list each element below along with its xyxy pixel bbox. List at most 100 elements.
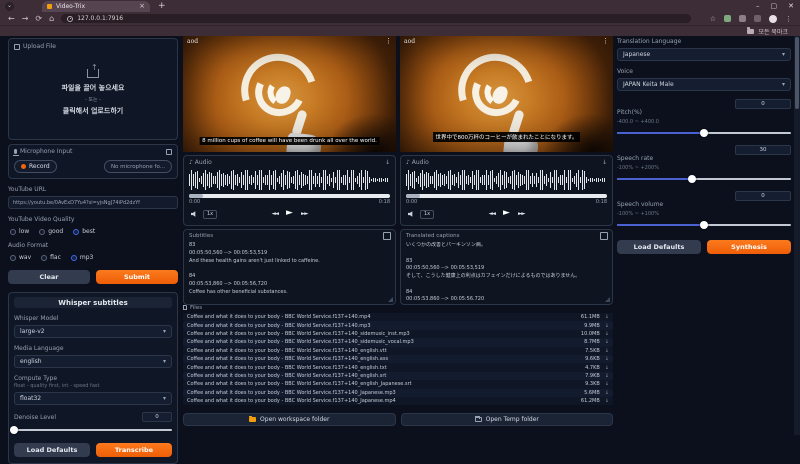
- slider-knob[interactable]: [700, 221, 708, 229]
- scroll-thumb[interactable]: [189, 194, 203, 198]
- table-row[interactable]: Coffee and what it does to your body - B…: [183, 389, 613, 397]
- upload-dropzone[interactable]: Upload File 파일을 끌어 놓으세요 - 또는 - 클릭해서 업로드하…: [8, 38, 178, 140]
- extension-icon[interactable]: [724, 15, 731, 22]
- tab-search-icon[interactable]: ⌄: [5, 2, 14, 11]
- denoise-slider[interactable]: [14, 426, 172, 434]
- file-download-icon[interactable]: ↓: [605, 339, 609, 345]
- file-download-icon[interactable]: ↓: [605, 331, 609, 337]
- back-icon[interactable]: ←: [8, 15, 15, 23]
- skip-forward-icon[interactable]: ►►: [518, 211, 524, 217]
- new-tab-button[interactable]: +: [158, 2, 166, 11]
- audio-waveform[interactable]: [406, 168, 607, 192]
- browser-tab[interactable]: Video-Trix ×: [42, 1, 150, 12]
- table-row[interactable]: Coffee and what it does to your body - B…: [183, 330, 613, 338]
- table-row[interactable]: Coffee and what it does to your body - B…: [183, 347, 613, 355]
- copy-icon[interactable]: [601, 233, 607, 239]
- table-row[interactable]: Coffee and what it does to your body - B…: [183, 321, 613, 329]
- radio-option-mp3[interactable]: mp3: [71, 254, 93, 261]
- translated-video[interactable]: aod ⋮ 世界中で800万杯のコーヒーが飲まれたことになります。: [400, 36, 613, 152]
- window-minimize-button[interactable]: –: [756, 2, 760, 10]
- speech-rate-number-input[interactable]: 30: [735, 145, 791, 155]
- record-button[interactable]: Record: [14, 160, 57, 173]
- resize-handle[interactable]: [605, 297, 610, 302]
- mic-settings-icon[interactable]: [166, 149, 172, 155]
- skip-forward-icon[interactable]: ►►: [301, 211, 307, 217]
- downloads-icon[interactable]: [739, 15, 746, 22]
- bookmark-star-icon[interactable]: ☆: [710, 15, 716, 23]
- slider-knob[interactable]: [688, 175, 696, 183]
- play-icon[interactable]: ►: [286, 209, 293, 218]
- submit-button[interactable]: Submit: [96, 270, 178, 284]
- home-icon[interactable]: ⌂: [49, 15, 54, 23]
- speech-volume-number-input[interactable]: 0: [735, 191, 791, 201]
- compute-type-select[interactable]: float32 ▾: [14, 392, 172, 405]
- file-download-icon[interactable]: ↓: [605, 398, 609, 404]
- site-info-icon[interactable]: [67, 16, 73, 22]
- audio-scrollbar[interactable]: [406, 194, 607, 198]
- download-audio-icon[interactable]: ↓: [602, 159, 607, 166]
- whisper-model-select[interactable]: large-v2 ▾: [14, 325, 172, 338]
- copy-icon[interactable]: [384, 233, 390, 239]
- youtube-url-input[interactable]: https://youtu.be/0AvExD7Yu4?si=yjsNgJ74i…: [8, 196, 178, 209]
- video-menu-icon[interactable]: ⋮: [602, 37, 609, 45]
- file-download-icon[interactable]: ↓: [605, 348, 609, 354]
- table-row[interactable]: Coffee and what it does to your body - B…: [183, 338, 613, 346]
- reload-icon[interactable]: ⟳: [35, 15, 42, 23]
- tab-close-icon[interactable]: ×: [139, 3, 145, 10]
- volume-icon[interactable]: [408, 211, 415, 217]
- pitch-number-input[interactable]: 0: [735, 99, 791, 109]
- translation-language-select[interactable]: Japanese ▾: [617, 48, 791, 61]
- source-video[interactable]: aod ⋮ 8 million cups of coffee will have…: [183, 36, 396, 152]
- clear-button[interactable]: Clear: [8, 270, 90, 284]
- file-download-icon[interactable]: ↓: [605, 381, 609, 387]
- table-row[interactable]: Coffee and what it does to your body - B…: [183, 380, 613, 388]
- synthesis-button[interactable]: Synthesis: [707, 240, 791, 254]
- voice-select[interactable]: JAPAN Keita Male ▾: [617, 78, 791, 91]
- playback-speed-button[interactable]: 1x: [203, 210, 217, 219]
- translated-captions-textarea[interactable]: いくつかの改善とパーキンソン病。 83 00:05:50,560 --> 00:…: [406, 242, 607, 300]
- table-row[interactable]: Coffee and what it does to your body - B…: [183, 372, 613, 380]
- table-row[interactable]: Coffee and what it does to your body - B…: [183, 313, 613, 321]
- table-row[interactable]: Coffee and what it does to your body - B…: [183, 363, 613, 371]
- slider-knob[interactable]: [10, 426, 18, 434]
- file-download-icon[interactable]: ↓: [605, 373, 609, 379]
- window-maximize-button[interactable]: ▢: [771, 2, 778, 10]
- download-audio-icon[interactable]: ↓: [385, 159, 390, 166]
- radio-option-low[interactable]: low: [10, 228, 29, 235]
- page-scrollbar-thumb[interactable]: [795, 37, 799, 109]
- playback-speed-button[interactable]: 1x: [420, 210, 434, 219]
- scroll-thumb[interactable]: [406, 194, 420, 198]
- audio-scrollbar[interactable]: [189, 194, 390, 198]
- file-download-icon[interactable]: ↓: [605, 390, 609, 396]
- radio-option-best[interactable]: best: [73, 228, 95, 235]
- transcribe-button[interactable]: Transcribe: [96, 443, 172, 457]
- whisper-load-defaults-button[interactable]: Load Defaults: [14, 443, 90, 457]
- tts-load-defaults-button[interactable]: Load Defaults: [617, 240, 701, 254]
- radio-option-good[interactable]: good: [39, 228, 63, 235]
- denoise-number-input[interactable]: 0: [142, 412, 172, 422]
- browser-menu-icon[interactable]: ⋮: [785, 15, 792, 23]
- subtitles-textarea[interactable]: 83 00:05:50,560 --> 00:05:53,519 And the…: [189, 242, 390, 300]
- open-temp-folder-button[interactable]: Open Temp folder: [401, 413, 614, 426]
- slider-knob[interactable]: [700, 129, 708, 137]
- media-language-select[interactable]: english ▾: [14, 355, 172, 368]
- skip-back-icon[interactable]: ◄◄: [272, 211, 278, 217]
- all-bookmarks-folder-icon[interactable]: [747, 29, 754, 34]
- microphone-device-select[interactable]: No microphone fo...: [104, 160, 172, 173]
- address-bar[interactable]: 127.0.0.1:7916: [61, 14, 691, 23]
- file-download-icon[interactable]: ↓: [605, 365, 609, 371]
- page-scrollbar[interactable]: [794, 36, 800, 435]
- pitch-slider[interactable]: [617, 129, 791, 137]
- profile-avatar[interactable]: [769, 15, 777, 23]
- file-download-icon[interactable]: ↓: [605, 356, 609, 362]
- video-menu-icon[interactable]: ⋮: [385, 37, 392, 45]
- forward-icon[interactable]: →: [22, 15, 29, 23]
- resize-handle[interactable]: [388, 297, 393, 302]
- radio-option-flac[interactable]: flac: [41, 254, 61, 261]
- extensions-puzzle-icon[interactable]: [754, 15, 761, 22]
- play-icon[interactable]: ►: [503, 209, 510, 218]
- window-close-button[interactable]: ✕: [788, 2, 794, 10]
- speech-volume-slider[interactable]: [617, 221, 791, 229]
- open-workspace-folder-button[interactable]: Open workspace folder: [183, 413, 396, 426]
- file-download-icon[interactable]: ↓: [605, 314, 609, 320]
